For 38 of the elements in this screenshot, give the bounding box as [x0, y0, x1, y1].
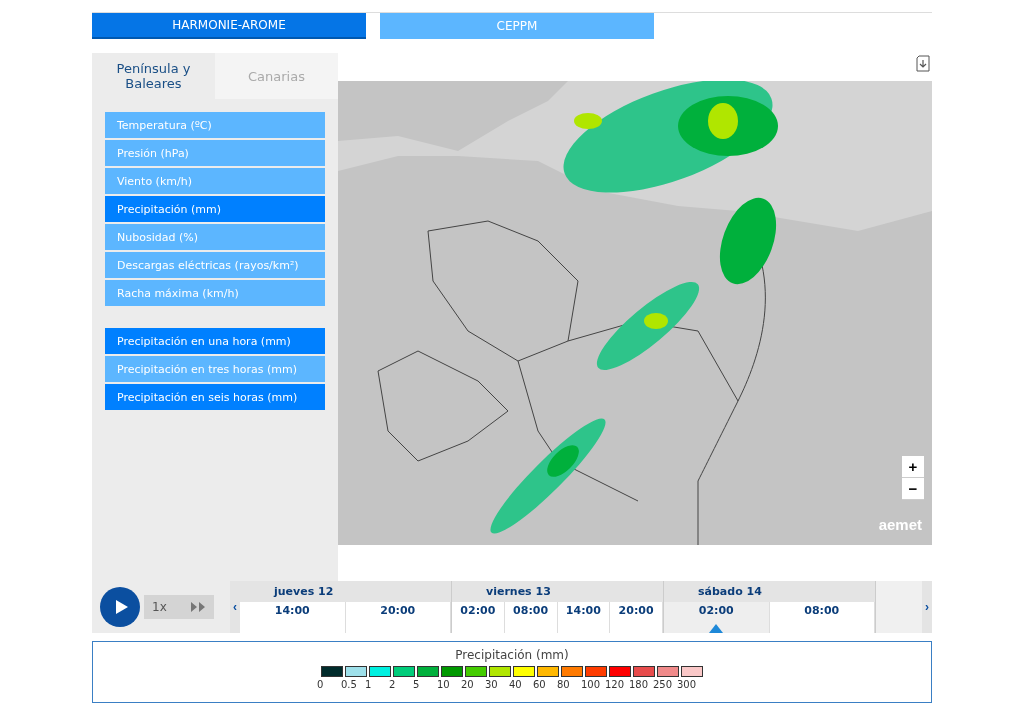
- legend-label: 40: [509, 679, 522, 690]
- speed-button[interactable]: 1x: [144, 595, 214, 619]
- play-icon: [114, 599, 129, 615]
- time-slot[interactable]: 02:00: [664, 602, 770, 633]
- empty-timeline-column: [876, 581, 922, 633]
- legend-label: 1: [365, 679, 372, 690]
- legend-label: 10: [437, 679, 450, 690]
- legend-label: 100: [581, 679, 601, 690]
- legend-label: 180: [629, 679, 649, 690]
- download-icon[interactable]: [916, 55, 930, 72]
- legend-label: 60: [533, 679, 546, 690]
- fast-forward-icon: [190, 602, 206, 612]
- legend-label: 300: [677, 679, 697, 690]
- accumulation-button[interactable]: Precipitación en seis horas (mm): [105, 384, 325, 410]
- map-logo: aemet: [878, 516, 922, 533]
- variable-button[interactable]: Precipitación (mm): [105, 196, 325, 222]
- time-slot[interactable]: 20:00: [610, 602, 663, 633]
- legend-label: 30: [485, 679, 498, 690]
- current-time-marker-icon: [709, 624, 724, 633]
- accumulation-button[interactable]: Precipitación en una hora (mm): [105, 328, 325, 354]
- legend-label: 2: [389, 679, 396, 690]
- legend-label: 0.5: [341, 679, 357, 690]
- time-slot[interactable]: 08:00: [769, 602, 875, 633]
- legend-title: Precipitación (mm): [455, 648, 569, 662]
- time-slot[interactable]: 20:00: [345, 602, 451, 633]
- zoom-in-button[interactable]: +: [902, 456, 924, 478]
- legend-label: 20: [461, 679, 474, 690]
- legend-label: 0: [317, 679, 324, 690]
- play-button[interactable]: [100, 587, 140, 627]
- time-slot[interactable]: 14:00: [240, 602, 346, 633]
- model-tab[interactable]: HARMONIE-AROME: [92, 13, 366, 39]
- legend-label: 250: [653, 679, 673, 690]
- time-slot[interactable]: 08:00: [504, 602, 558, 633]
- legend-label: 120: [605, 679, 625, 690]
- time-slot[interactable]: 02:00: [452, 602, 505, 633]
- time-slot[interactable]: 14:00: [557, 602, 611, 633]
- legend-label: 80: [557, 679, 570, 690]
- legend-label: 5: [413, 679, 420, 690]
